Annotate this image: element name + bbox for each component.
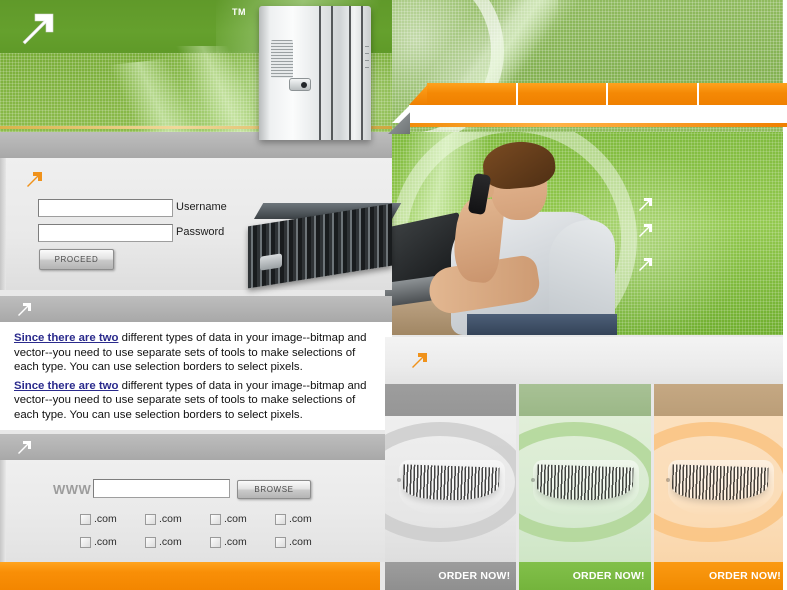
tower-seam-4 (361, 6, 363, 140)
topnav-item-1[interactable] (427, 83, 518, 105)
tld-option-1[interactable]: .com (80, 513, 145, 525)
product-card-green[interactable]: ORDER NOW! (519, 384, 651, 590)
tower-seam-3 (349, 6, 351, 140)
tower-vents (271, 40, 293, 78)
content-panel: Since there are two different types of d… (0, 322, 392, 430)
card-cap-gray (385, 384, 517, 416)
tld-checkbox-4[interactable] (275, 513, 286, 525)
login-section-arrow-icon (25, 170, 44, 194)
tld-checkbox-5[interactable] (80, 536, 91, 548)
product-card-list: ORDER NOW! ORDER NOW! ORDER NOW! (385, 384, 787, 590)
card-field-green (519, 416, 651, 562)
paragraph-1: Since there are two different types of d… (14, 331, 378, 375)
page-root: TM Username Password PROCEED Since there… (0, 0, 787, 590)
domain-section-arrow-icon (16, 439, 33, 461)
tld-label-4: .com (289, 513, 312, 525)
tld-option-6[interactable]: .com (145, 536, 210, 548)
www-prefix-label: WWW (53, 482, 92, 497)
tld-checkbox-6[interactable] (145, 536, 156, 548)
products-section-arrow-icon (410, 351, 429, 375)
tld-label-3: .com (224, 513, 247, 525)
tower-seam-2 (331, 6, 333, 140)
password-input[interactable] (38, 224, 173, 242)
tld-label-6: .com (159, 536, 182, 548)
domain-search-input[interactable] (93, 479, 230, 498)
server-tower-image (253, 0, 381, 140)
order-now-button-green[interactable]: ORDER NOW! (519, 562, 651, 590)
order-now-button-gray[interactable]: ORDER NOW! (385, 562, 517, 590)
topnav-orange-underline (400, 123, 787, 127)
tld-checkbox-1[interactable] (80, 513, 91, 525)
tld-label-2: .com (159, 513, 182, 525)
trademark-mark: TM (232, 7, 246, 17)
hero-image (385, 132, 787, 335)
tld-checkbox-7[interactable] (210, 536, 221, 548)
tld-label-5: .com (94, 536, 117, 548)
person-jeans (467, 314, 617, 335)
browse-button[interactable]: BROWSE (237, 480, 311, 499)
paragraph-1-link[interactable]: Since there are two (14, 332, 118, 344)
content-section-header-bar (0, 296, 392, 322)
tld-option-2[interactable]: .com (145, 513, 210, 525)
topnav-item-2[interactable] (517, 83, 608, 105)
domain-section-header-bar (0, 434, 392, 460)
product-card-gray[interactable]: ORDER NOW! (385, 384, 517, 590)
tld-label-1: .com (94, 513, 117, 525)
card-field-orange (653, 416, 787, 562)
tld-checkbox-8[interactable] (275, 536, 286, 548)
tld-option-8[interactable]: .com (275, 536, 340, 548)
login-panel-edge (0, 158, 6, 290)
topnav-item-4[interactable] (698, 83, 787, 105)
hero-person (426, 136, 653, 335)
hero-arrow-icon-3[interactable] (637, 256, 654, 273)
logo-arrow-icon[interactable] (17, 8, 59, 48)
topnav (427, 83, 787, 105)
username-input[interactable] (38, 199, 173, 217)
tld-option-5[interactable]: .com (80, 536, 145, 548)
tld-option-3[interactable]: .com (210, 513, 275, 525)
card-device-image-gray (402, 464, 500, 502)
card-device-image-orange (671, 464, 769, 502)
tower-power-knob (289, 78, 311, 91)
username-label: Username (176, 201, 227, 213)
paragraph-2: Since there are two different types of d… (14, 379, 378, 423)
rack-server-image (248, 203, 402, 289)
footer-orange-bar (0, 562, 380, 590)
topnav-white-strip (409, 105, 787, 123)
topnav-item-3[interactable] (608, 83, 699, 105)
card-device-dot-gray (397, 478, 401, 482)
products-section-header (385, 337, 787, 384)
tower-led-strip (365, 46, 369, 68)
proceed-button[interactable]: PROCEED (39, 249, 114, 270)
domain-panel-edge (0, 460, 6, 562)
tower-seam-1 (319, 6, 321, 140)
order-now-button-orange[interactable]: ORDER NOW! (653, 562, 787, 590)
tld-option-4[interactable]: .com (275, 513, 340, 525)
tld-label-8: .com (289, 536, 312, 548)
tld-checkbox-grid: .com .com .com .com .com .com .com .com (80, 513, 340, 548)
paragraph-2-link[interactable]: Since there are two (14, 380, 118, 392)
tld-label-7: .com (224, 536, 247, 548)
card-field-gray (385, 416, 517, 562)
content-section-arrow-icon (16, 301, 33, 323)
password-label: Password (176, 226, 225, 238)
tld-option-7[interactable]: .com (210, 536, 275, 548)
tld-checkbox-3[interactable] (210, 513, 221, 525)
product-card-orange[interactable]: ORDER NOW! (653, 384, 787, 590)
card-cap-green (519, 384, 651, 416)
hero-arrow-icon-1[interactable] (637, 196, 654, 213)
card-cap-orange (653, 384, 787, 416)
card-device-dot-orange (665, 478, 670, 482)
tld-checkbox-2[interactable] (145, 513, 156, 525)
hero-arrow-icon-2[interactable] (637, 222, 654, 239)
